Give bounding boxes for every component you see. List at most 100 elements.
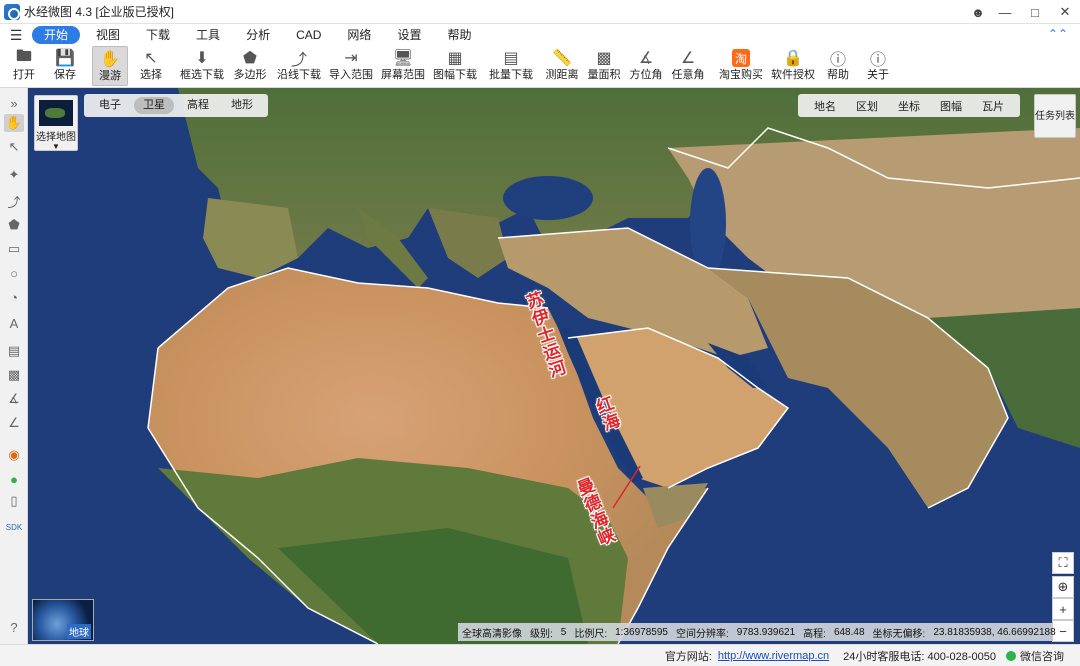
any-angle-button[interactable]: ∠ 任意角	[670, 46, 706, 86]
toggle-tile[interactable]: 瓦片	[972, 98, 1014, 114]
save-button[interactable]: 💾 保存	[48, 46, 82, 86]
ruler-tool-icon[interactable]: ▤	[4, 342, 24, 360]
menu-download[interactable]: 下载	[136, 26, 180, 44]
sector-tool-icon[interactable]: ◔	[4, 288, 24, 306]
text-tool-icon[interactable]: A	[4, 314, 24, 332]
chevron-down-icon: ▼	[52, 142, 60, 151]
menu-start[interactable]: 开始	[32, 26, 81, 44]
question-icon: ⓘ	[829, 52, 846, 69]
area-tool-icon[interactable]: ▩	[4, 366, 24, 384]
help-button[interactable]: ⓘ 帮助	[822, 46, 854, 86]
collapse-ribbon-icon[interactable]: ⌃⌃	[1048, 27, 1068, 41]
save-icon: 💾	[55, 50, 75, 67]
toggle-placename[interactable]: 地名	[804, 98, 846, 114]
menu-network[interactable]: 网络	[337, 26, 381, 44]
box-download-icon: ⬇	[195, 50, 209, 67]
hand-icon: ✋	[100, 51, 120, 68]
info-icon: ⓘ	[869, 52, 886, 69]
folder-icon: 🖿	[15, 47, 32, 65]
rectangle-tool-icon[interactable]: ▭	[4, 240, 24, 258]
maximize-button[interactable]: □	[1020, 5, 1050, 20]
ribbon-toolbar: 🖿 打开 💾 保存 ✋ 漫游 ↖ 选择 ⬇ 框选下载 ⬟ 多边形 ⤴ 沿线下载 …	[0, 46, 1080, 88]
angle-icon: ∠	[680, 50, 696, 67]
wechat-consult-link[interactable]: 微信咨询	[1020, 648, 1064, 664]
tab-satellite[interactable]: 卫星	[134, 97, 174, 114]
map-select-button[interactable]: 选择地图 ▼	[34, 95, 78, 151]
user-icon[interactable]: ☻	[966, 5, 990, 20]
screen-range-button[interactable]: 🖥 屏幕范围	[380, 46, 426, 86]
angle-tool-icon[interactable]: ∠	[4, 414, 24, 432]
hotline-text: 24小时客服电话: 400-028-0050	[843, 650, 996, 663]
sdk-icon[interactable]: SDK	[4, 518, 24, 536]
select-tool-icon[interactable]: ↖	[4, 138, 24, 156]
circle-tool-icon[interactable]: ○	[4, 264, 24, 282]
menu-cad[interactable]: CAD	[286, 26, 331, 44]
task-list-button[interactable]: 任务列表	[1034, 94, 1076, 138]
polygon-button[interactable]: ⬟ 多边形	[228, 46, 272, 86]
azimuth-button[interactable]: ∡ 方位角	[628, 46, 664, 86]
license-button[interactable]: 🔒 软件授权	[770, 46, 816, 86]
title-bar: 水经微图 4.3 [企业版已授权] ☻ — □ ✕	[0, 0, 1080, 24]
help-circle-icon[interactable]: ?	[4, 618, 24, 636]
taobao-button[interactable]: 淘 淘宝购买	[718, 46, 764, 86]
fullscreen-icon[interactable]: ⛶	[1052, 552, 1074, 574]
close-button[interactable]: ✕	[1050, 4, 1080, 20]
menu-hamburger-icon[interactable]: ☰	[0, 27, 32, 44]
import-range-button[interactable]: ⇥ 导入范围	[328, 46, 374, 86]
open-button[interactable]: 🖿 打开	[6, 46, 42, 86]
minimize-button[interactable]: —	[990, 5, 1020, 20]
box-download-button[interactable]: ⬇ 框选下载	[180, 46, 224, 86]
window-title: 水经微图 4.3 [企业版已授权]	[24, 5, 175, 19]
azimuth-icon: ∡	[638, 50, 654, 67]
batch-download-button[interactable]: ▤ 批量下载	[488, 46, 534, 86]
menu-bar: ☰ 开始 视图 下载 工具 分析 CAD 网络 设置 帮助 ⌃⌃	[0, 24, 1080, 46]
footer-bar: 官方网站: http://www.rivermap.cn 24小时客服电话: 4…	[0, 644, 1080, 666]
line-download-button[interactable]: ⤴ 沿线下载	[276, 46, 322, 86]
left-tool-strip: » ✋ ↖ ✦ ⤴ ⬟ ▭ ○ ◔ A ▤ ▩ ∡ ∠ ◉ ● ▯ SDK ?	[0, 88, 28, 666]
overlay-toggles: 地名 区划 坐标 图幅 瓦片	[798, 94, 1020, 117]
menu-settings[interactable]: 设置	[387, 26, 431, 44]
grid-icon: ▦	[447, 50, 463, 67]
pan-button[interactable]: ✋ 漫游	[92, 46, 128, 86]
taobao-icon: 淘	[732, 49, 750, 67]
map-status-bar: 全球高清影像 级别: 5 比例尺: 1:36978595 空间分辨率: 9783…	[458, 623, 1056, 641]
measure-area-button[interactable]: ▩ 量面积	[586, 46, 622, 86]
toggle-coordinate[interactable]: 坐标	[888, 98, 930, 114]
measure-distance-button[interactable]: 📏 测距离	[544, 46, 580, 86]
app-logo-icon	[4, 3, 20, 20]
monitor-icon: 🖥	[392, 50, 414, 67]
menu-analysis[interactable]: 分析	[236, 26, 280, 44]
document-icon[interactable]: ▯	[4, 492, 24, 510]
toggle-district[interactable]: 区划	[846, 98, 888, 114]
area-icon: ▩	[596, 50, 612, 67]
wechat-icon	[1006, 650, 1016, 661]
map-type-tabs: 电子 卫星 高程 地形	[84, 94, 268, 117]
ruler-icon: 📏	[552, 50, 572, 67]
lock-icon: 🔒	[783, 50, 803, 67]
polygon-tool-icon[interactable]: ⬟	[4, 216, 24, 234]
menu-view[interactable]: 视图	[86, 26, 130, 44]
menu-help[interactable]: 帮助	[437, 26, 481, 44]
batch-icon: ▤	[503, 50, 519, 67]
locate-icon[interactable]: ⊕	[1052, 576, 1074, 598]
green-app-icon[interactable]: ●	[4, 470, 24, 488]
marker-tool-icon[interactable]: ✦	[4, 166, 24, 184]
map-view[interactable]: 苏伊士运河 红海 曼德海峡 选择地图 ▼ 电子 卫星 高程 地形 地名 区划 坐…	[28, 88, 1080, 644]
about-button[interactable]: ⓘ 关于	[862, 46, 894, 86]
zoom-in-button[interactable]: +	[1052, 598, 1074, 620]
toggle-sheet[interactable]: 图幅	[930, 98, 972, 114]
menu-tools[interactable]: 工具	[186, 26, 230, 44]
layer-icon[interactable]: ◉	[4, 446, 24, 464]
azimuth-tool-icon[interactable]: ∡	[4, 390, 24, 408]
tab-electronic[interactable]: 电子	[90, 97, 130, 114]
tab-terrain[interactable]: 地形	[222, 97, 262, 114]
site-link[interactable]: http://www.rivermap.cn	[718, 650, 829, 662]
tab-elevation[interactable]: 高程	[178, 97, 218, 114]
sheet-download-button[interactable]: ▦ 图幅下载	[430, 46, 480, 86]
line-tool-icon[interactable]: ⤴	[4, 192, 24, 210]
window-controls: ☻ — □ ✕	[966, 0, 1080, 24]
select-button[interactable]: ↖ 选择	[134, 46, 168, 86]
globe-view-button[interactable]: 地球	[32, 599, 94, 641]
pan-tool-icon[interactable]: ✋	[4, 114, 24, 132]
expand-icon[interactable]: »	[4, 94, 24, 112]
